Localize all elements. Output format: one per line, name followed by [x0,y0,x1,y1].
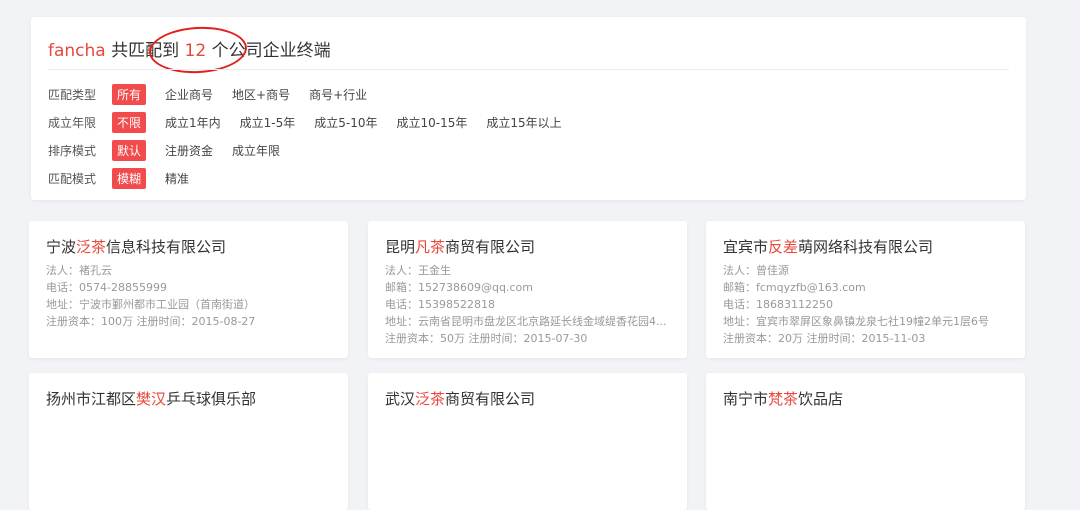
detail-line: 邮箱：152738609@qq.com [385,281,533,294]
company-card[interactable]: 扬州市江都区樊汉乒乓球俱乐部 [29,373,348,510]
name-part: 宜宾市 [723,238,769,256]
detail-line: 法人：曾佳源 [723,264,789,277]
filter-label: 匹配类型 [48,87,97,102]
detail-line: 电话：0574-28855999 [46,281,167,294]
detail-line: 注册资本：100万 注册时间：2015-08-27 [46,315,256,328]
filter-option[interactable]: 成立5-10年 [314,114,377,131]
detail-line: 邮箱：fcmqyzfb@163.com [723,281,866,294]
name-highlight: 凡茶 [415,238,446,256]
filter-option[interactable]: 注册资金 [165,142,213,159]
detail-line: 注册资本：50万 注册时间：2015-07-30 [385,332,588,345]
name-part: 信息科技有限公司 [106,238,227,256]
detail-line: 电话：18683112250 [723,298,833,311]
filter-panel: fancha 共匹配到 12 个公司企业终端 匹配类型 所有 企业商号 地区+商号 商号… [31,17,1026,200]
filter-option[interactable]: 成立1-5年 [240,114,296,131]
detail-line: 地址：云南省昆明市盘龙区北京路延长线金域缇香花园4... [385,315,667,328]
company-card[interactable]: 昆明凡茶商贸有限公司法人：王金生邮箱：152738609@qq.com 电话：15… [368,221,687,358]
filter-row: 成立年限 不限 成立1年内 成立1-5年 成立5-10年 成立10-15年 成立15年以上 [48,111,581,133]
filter-label: 成立年限 [48,115,97,130]
detail-line: 法人：褚孔云 [46,264,112,277]
filter-row: 排序模式 默认 注册资金 成立年限 [48,139,299,161]
detail-line: 地址：宁波市鄞州都市工业园（首南街道） [46,298,255,311]
company-details: 法人：王金生邮箱：152738609@qq.com 电话：15398522818 地… [385,262,677,347]
name-highlight: 泛茶 [76,238,107,256]
company-card[interactable]: 宜宾市反差萌网络科技有限公司 法人：曾佳源 邮箱：fcmqyzfb@163.com 电… [706,221,1025,358]
filter-option[interactable]: 默认 [112,139,147,161]
company-name[interactable]: 武汉泛茶商贸有限公司 [385,388,535,409]
filter-label: 匹配模式 [48,171,97,186]
company-card[interactable]: 宁波泛茶信息科技有限公司法人：褚孔云电话：0574-28855999 地址：宁波市… [29,221,348,358]
filter-option[interactable]: 商号+行业 [309,86,367,103]
name-highlight: 泛茶 [415,390,446,408]
name-part: 萌网络科技有限公司 [798,238,934,256]
name-part: 商贸有限公司 [445,390,536,408]
name-part: 扬州市江都区 [46,390,137,408]
name-highlight: 樊汉 [136,390,167,408]
name-part: 乒乓球俱乐部 [166,390,257,408]
filter-option[interactable]: 地区+商号 [232,86,290,103]
name-part: 宁波 [46,238,77,256]
filter-row: 匹配模式 模糊 精准 [48,167,208,189]
filter-option[interactable]: 精准 [165,170,189,187]
company-name[interactable]: 扬州市江都区樊汉乒乓球俱乐部 [46,388,256,409]
name-part: 饮品店 [798,390,844,408]
company-name[interactable]: 宜宾市反差萌网络科技有限公司 [723,236,933,257]
name-highlight: 梵茶 [768,390,799,408]
filter-label: 排序模式 [48,143,97,158]
company-name[interactable]: 昆明凡茶商贸有限公司 [385,236,535,257]
name-part: 昆明 [385,238,416,256]
filter-option[interactable]: 成立15年以上 [486,114,561,131]
filter-option[interactable]: 成立年限 [232,142,280,159]
company-card[interactable]: 武汉泛茶商贸有限公司 [368,373,687,510]
name-highlight: 反差 [768,238,799,256]
filter-option[interactable]: 成立1年内 [165,114,221,131]
company-details: 法人：曾佳源邮箱：fcmqyzfb@163.com 电话：18683112250 地… [723,262,1015,347]
divider [48,69,1009,70]
name-part: 商贸有限公司 [445,238,536,256]
name-part: 武汉 [385,390,416,408]
filter-option[interactable]: 成立10-15年 [397,114,468,131]
detail-line: 注册资本：20万 注册时间：2015-11-03 [723,332,926,345]
detail-line: 电话：15398522818 [385,298,495,311]
name-part: 南宁市 [723,390,769,408]
search-keyword: fancha [48,41,106,61]
company-name[interactable]: 宁波泛茶信息科技有限公司 [46,236,226,257]
company-card[interactable]: 南宁市梵茶饮品店 [706,373,1025,510]
company-name[interactable]: 南宁市梵茶饮品店 [723,388,843,409]
filter-option[interactable]: 不限 [112,111,147,133]
company-details: 法人：褚孔云电话：0574-28855999 地址：宁波市鄞州都市工业园（首南街道… [46,262,338,330]
filter-row: 匹配类型 所有 企业商号 地区+商号 商号+行业 [48,83,386,105]
annotation-circle [147,24,249,76]
detail-line: 法人：王金生 [385,264,451,277]
filter-option[interactable]: 模糊 [112,167,147,189]
filter-option[interactable]: 所有 [112,83,147,105]
detail-line: 地址：宜宾市翠屏区象鼻镇龙泉七社19幢2单元1层6号 [723,315,989,328]
filter-option[interactable]: 企业商号 [165,86,213,103]
